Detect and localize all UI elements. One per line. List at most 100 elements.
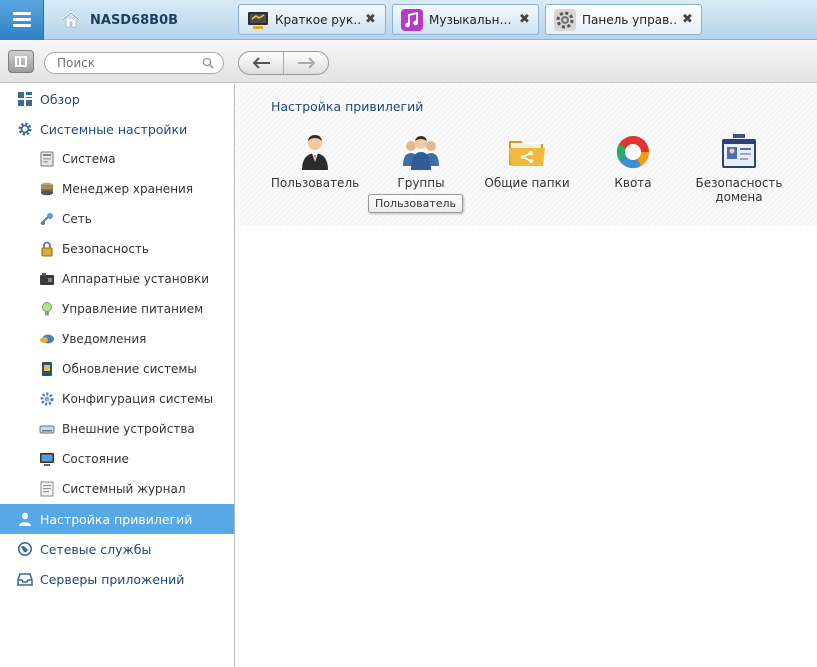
forward-button[interactable] — [284, 52, 329, 74]
sidebar-item-label: Уведомления — [62, 332, 147, 346]
search-input[interactable] — [57, 56, 197, 70]
external-device-icon — [39, 425, 55, 434]
sidebar-item-security[interactable]: Безопасность — [0, 234, 234, 264]
sidebar-item-label: Внешние устройства — [62, 422, 195, 436]
close-icon[interactable]: ✖ — [519, 12, 530, 27]
network-icon — [40, 213, 53, 225]
gear-icon — [18, 122, 32, 136]
control-panel-gear-icon — [554, 8, 576, 31]
tab-music[interactable]: Музыкальн… ✖ — [392, 4, 539, 35]
sidebar-item-notifications[interactable]: Уведомления — [0, 324, 234, 354]
arrow-left-icon — [252, 57, 270, 69]
sidebar-toggle-icon — [15, 56, 27, 67]
sidebar-item-system[interactable]: Система — [0, 144, 234, 174]
configuration-icon — [40, 392, 54, 406]
sidebar-item-status[interactable]: Состояние — [0, 444, 234, 474]
sidebar-item-system-settings[interactable]: Системные настройки — [0, 114, 234, 144]
sidebar-item-network[interactable]: Сеть — [0, 204, 234, 234]
close-icon[interactable]: ✖ — [682, 12, 693, 27]
privilege-item-shared-folders[interactable]: Общие папки — [477, 132, 577, 190]
sidebar-item-label: Системные настройки — [40, 121, 188, 137]
sidebar-item-label: Состояние — [62, 452, 129, 466]
arrow-right-icon — [297, 57, 315, 69]
system-log-icon — [40, 481, 54, 497]
privilege-item-user[interactable]: Пользователь — [265, 132, 365, 190]
sidebar-item-label: Обновление системы — [62, 362, 197, 376]
home-button[interactable]: NASD68B0B — [52, 0, 228, 40]
sidebar-item-label: Системный журнал — [62, 482, 186, 496]
sidebar-item-label: Сеть — [62, 212, 92, 226]
hamburger-line — [13, 12, 31, 15]
tab-control-panel[interactable]: Панель управ… ✖ — [545, 4, 702, 35]
privilege-item-label: Общие папки — [484, 176, 570, 190]
sidebar-item-label: Конфигурация системы — [62, 392, 214, 406]
tab-label: Музыкальн… — [429, 12, 512, 27]
sidebar-item-storage-manager[interactable]: Менеджер хранения — [0, 174, 234, 204]
sidebar-item-application-servers[interactable]: Серверы приложений — [0, 564, 234, 594]
sidebar-item-overview[interactable]: Обзор — [0, 84, 234, 114]
navigation-buttons — [238, 51, 329, 75]
sidebar-item-firmware-update[interactable]: Обновление системы — [0, 354, 234, 384]
privilege-item-label: Квота — [614, 176, 652, 190]
search-box[interactable] — [44, 52, 224, 74]
search-icon[interactable] — [202, 57, 214, 69]
sidebar-item-power-management[interactable]: Управление питанием — [0, 294, 234, 324]
sidebar-item-system-configuration[interactable]: Конфигурация системы — [0, 384, 234, 414]
domain-security-icon — [722, 134, 756, 168]
toolbar — [0, 40, 817, 83]
tooltip: Пользователь — [368, 194, 464, 213]
privilege-item-label: Безопасность домена — [695, 176, 783, 204]
globe-icon — [18, 542, 32, 556]
sidebar: Обзор Системные настройки Система Менедж… — [0, 84, 235, 667]
sidebar-item-label: Аппаратные установки — [62, 272, 210, 286]
privilege-item-label: Группы — [397, 176, 445, 190]
privilege-item-domain-security[interactable]: Безопасность домена — [689, 132, 789, 204]
sidebar-item-privilege-settings[interactable]: Настройка привилегий — [0, 504, 234, 534]
home-icon — [62, 11, 80, 28]
overview-grid-icon — [18, 92, 32, 106]
host-name: NASD68B0B — [90, 12, 179, 28]
privilege-item-groups[interactable]: Группы — [371, 132, 471, 190]
hamburger-line — [13, 18, 31, 21]
user-person-icon — [302, 135, 328, 170]
sidebar-item-label: Система — [62, 152, 116, 166]
sidebar-toggle-button[interactable] — [8, 50, 34, 73]
power-bulb-icon — [42, 302, 52, 316]
hamburger-line — [13, 24, 31, 27]
sidebar-item-system-log[interactable]: Системный журнал — [0, 474, 234, 504]
status-monitor-icon — [40, 453, 54, 466]
main-content: Настройка привилегий Пользователь Группы — [236, 84, 817, 667]
inbox-server-icon — [17, 573, 33, 586]
sidebar-item-network-services[interactable]: Сетевые службы — [0, 534, 234, 564]
lock-icon — [41, 241, 53, 257]
group-users-icon — [403, 136, 439, 170]
privilege-item-quota[interactable]: Квота — [583, 132, 683, 190]
sidebar-item-label: Серверы приложений — [40, 571, 185, 587]
hardware-icon — [40, 273, 54, 285]
sidebar-item-label: Менеджер хранения — [62, 182, 194, 196]
firmware-update-icon — [42, 362, 52, 376]
close-icon[interactable]: ✖ — [365, 12, 376, 27]
monitor-icon — [248, 11, 268, 29]
privilege-item-label: Пользователь — [270, 176, 360, 190]
shared-folder-icon — [509, 141, 545, 166]
system-icon — [40, 151, 54, 167]
tab-quick-guide[interactable]: Краткое рук… ✖ — [238, 4, 386, 35]
sidebar-item-label: Сетевые службы — [40, 541, 152, 557]
sidebar-item-external-devices[interactable]: Внешние устройства — [0, 414, 234, 444]
privilege-settings-panel: Настройка привилегий Пользователь Группы — [236, 84, 817, 226]
sidebar-item-label: Безопасность — [62, 242, 149, 256]
top-bar: NASD68B0B Краткое рук… ✖ Музыкальн… ✖ Па… — [0, 0, 817, 40]
notification-icon — [40, 334, 54, 344]
storage-icon — [41, 182, 53, 196]
sidebar-item-hardware[interactable]: Аппаратные установки — [0, 264, 234, 294]
sidebar-item-label: Настройка привилегий — [40, 511, 193, 527]
page-title: Настройка привилегий — [271, 99, 424, 114]
user-icon — [19, 512, 31, 526]
tab-label: Панель управ… — [582, 12, 678, 27]
back-button[interactable] — [239, 52, 284, 74]
tab-label: Краткое рук… — [275, 12, 361, 27]
sidebar-item-label: Управление питанием — [62, 302, 204, 316]
main-menu-button[interactable] — [0, 0, 44, 40]
quota-pie-icon — [616, 136, 650, 169]
